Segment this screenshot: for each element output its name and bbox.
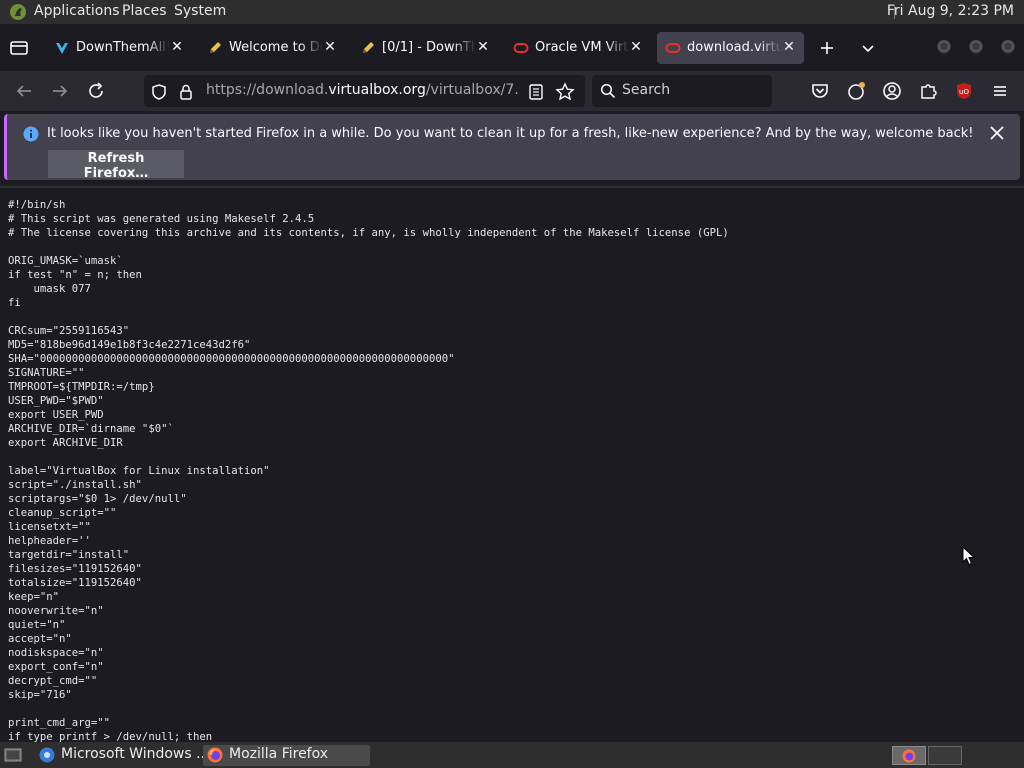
forward-icon[interactable] (49, 80, 71, 102)
task-label: Microsoft Windows ... (61, 746, 210, 762)
pen-icon (363, 42, 374, 53)
refresh-notification: It looks like you haven't started Firefo… (4, 114, 1020, 181)
task-mozilla-firefox[interactable]: Mozilla Firefox (203, 745, 370, 766)
notification-message: It looks like you haven't started Firefo… (47, 126, 974, 141)
bookmark-star-icon[interactable] (555, 82, 575, 102)
search-bar[interactable]: Search (592, 75, 772, 107)
url-text[interactable]: https://download.virtualbox.org/virtualb… (206, 82, 518, 98)
tab-title: DownThemAll! (76, 40, 170, 55)
system-menu[interactable]: System (174, 3, 226, 19)
close-icon[interactable]: ✕ (474, 38, 492, 56)
new-tab-icon[interactable] (817, 38, 837, 58)
firefox-icon (207, 747, 223, 763)
search-input[interactable]: Search (622, 82, 670, 98)
info-icon (23, 126, 39, 142)
firefox-view-icon[interactable] (8, 37, 30, 59)
workspace-1[interactable] (892, 746, 926, 765)
refresh-firefox-button[interactable]: Refresh Firefox… (48, 150, 184, 181)
back-icon[interactable] (13, 80, 35, 102)
tab-title: Oracle VM VirtualBox (535, 40, 629, 55)
oracle-icon (513, 43, 529, 53)
account-icon[interactable] (881, 80, 903, 102)
lock-icon[interactable] (178, 83, 194, 101)
show-desktop-icon[interactable] (4, 747, 22, 763)
downthemall-icon (56, 43, 68, 54)
reader-view-icon[interactable] (528, 83, 544, 101)
task-microsoft-windows[interactable]: Microsoft Windows ... (35, 745, 209, 766)
top-panel: Applications Places System Fri Aug 9, 2:… (0, 0, 1024, 24)
tab-downthemall[interactable]: DownThemAll! ✕ (46, 32, 192, 64)
svg-text:uO: uO (959, 88, 969, 96)
close-icon[interactable]: ✕ (627, 38, 645, 56)
pen-icon (210, 42, 221, 53)
close-window-button[interactable] (1001, 40, 1015, 54)
url-bar[interactable]: https://download.virtualbox.org/virtualb… (144, 75, 585, 107)
search-icon (600, 83, 616, 99)
url-path: /virtualbox/7.0.20/ (425, 82, 518, 98)
page-content[interactable]: #!/bin/sh # This script was generated us… (0, 188, 1024, 742)
nav-bar: https://download.virtualbox.org/virtualb… (0, 71, 1024, 111)
task-label: Mozilla Firefox (229, 746, 329, 762)
clock[interactable]: Fri Aug 9, 2:23 PM (887, 3, 1014, 19)
script-source-text: #!/bin/sh # This script was generated us… (8, 199, 729, 742)
gnome-foot-icon[interactable] (9, 3, 27, 21)
pocket-icon[interactable] (809, 80, 831, 102)
reload-icon[interactable] (85, 80, 107, 102)
url-host: virtualbox.org (328, 82, 426, 98)
minimize-button[interactable] (937, 40, 951, 54)
tab-title: download.virtualbox.org (687, 40, 782, 55)
tab-title: [0/1] - DownThemAll! (382, 40, 476, 55)
tab-oracle-vm[interactable]: Oracle VM VirtualBox ✕ (505, 32, 651, 64)
maximize-button[interactable] (969, 40, 983, 54)
ublock-origin-icon[interactable]: uO (953, 80, 975, 102)
shield-icon[interactable] (150, 83, 168, 101)
chrome-icon (39, 747, 55, 763)
tab-downthemall-progress[interactable]: [0/1] - DownThemAll! ✕ (352, 32, 498, 64)
extensions-icon[interactable] (917, 80, 939, 102)
chevron-down-icon[interactable] (858, 38, 878, 58)
close-icon[interactable]: ✕ (780, 38, 798, 56)
taskbar: Microsoft Windows ... Mozilla Firefox (0, 742, 1024, 768)
hamburger-menu-icon[interactable] (989, 80, 1011, 102)
sync-icon[interactable] (845, 80, 867, 102)
firefox-icon (902, 749, 916, 763)
tab-welcome-downthemall[interactable]: Welcome to DownThemAll! ✕ (199, 32, 345, 64)
tab-strip: DownThemAll! ✕ Welcome to DownThemAll! ✕… (0, 24, 1024, 71)
close-icon[interactable]: ✕ (321, 38, 339, 56)
mouse-cursor-icon (962, 546, 976, 566)
oracle-icon (665, 43, 681, 53)
close-icon[interactable]: ✕ (168, 38, 186, 56)
applications-menu[interactable]: Applications (34, 3, 120, 19)
close-icon[interactable] (988, 124, 1006, 142)
url-prefix: https://download. (206, 82, 329, 98)
workspace-2[interactable] (928, 746, 962, 765)
tab-title: Welcome to DownThemAll! (229, 40, 323, 55)
places-menu[interactable]: Places (122, 3, 167, 19)
tab-download-virtualbox[interactable]: download.virtualbox.org ✕ (657, 32, 804, 64)
